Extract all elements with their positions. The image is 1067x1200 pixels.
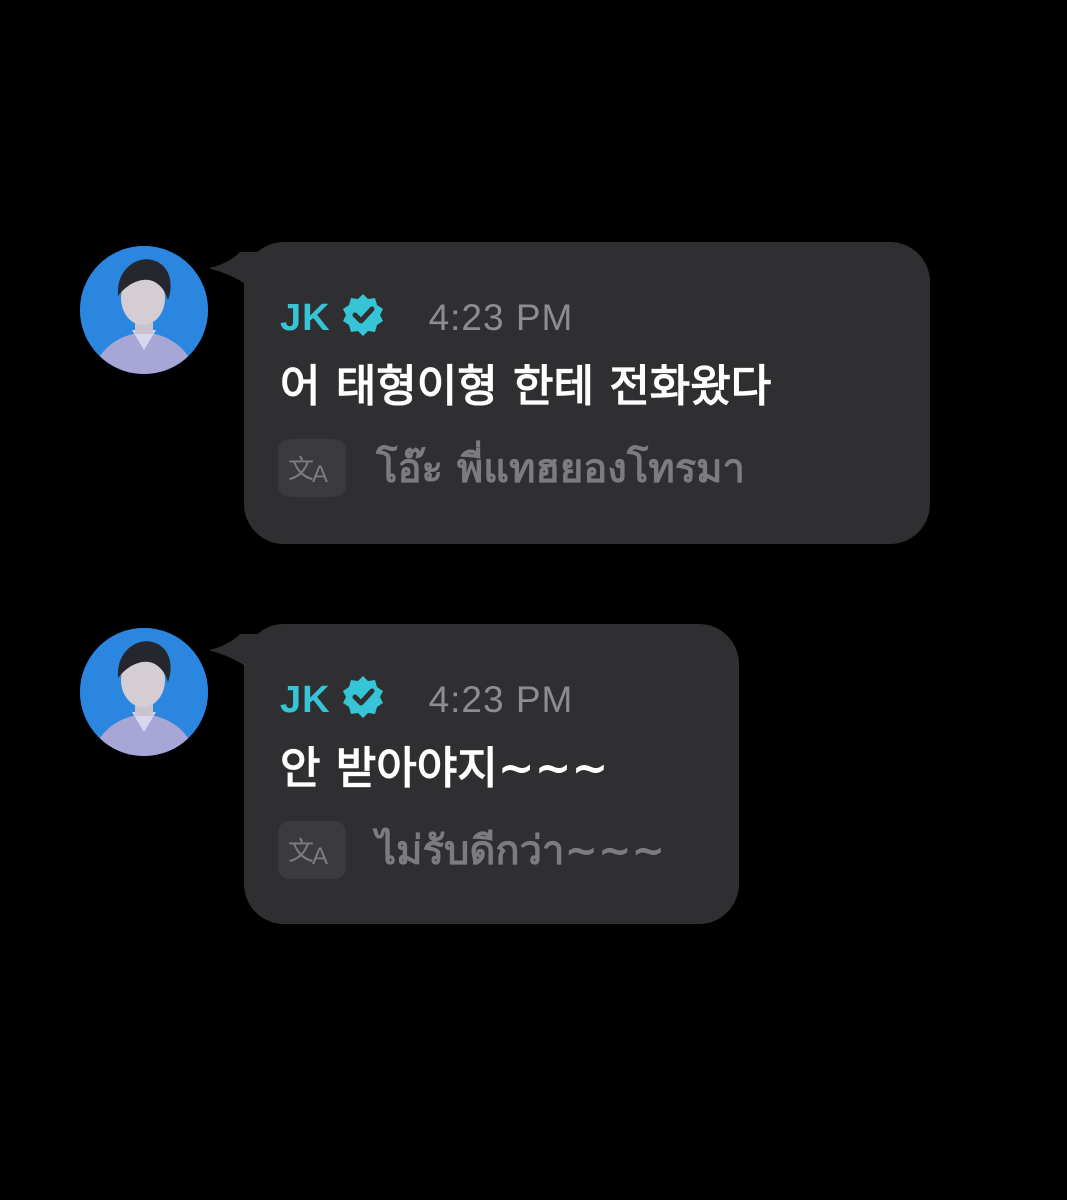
verified-badge-icon [342, 294, 383, 336]
message-timestamp: 4:23 PM [428, 679, 574, 720]
translation-text: ไม่รับดีกว่า~~~ [376, 828, 666, 874]
translate-icon[interactable]: 文 A [278, 439, 346, 497]
svg-text:文: 文 [288, 455, 314, 485]
svg-text:A: A [312, 843, 328, 868]
message-bubble[interactable]: JK 4:23 PM 안 받아야지~~~ 文 A ไม่รับดีกว่า~~~ [244, 624, 739, 924]
translation-text: โอ๊ะ พี่แทฮยองโทรมา [376, 446, 746, 492]
translation-row: 文 A โอ๊ะ พี่แทฮยองโทรมา [278, 436, 894, 500]
message-header: JK 4:23 PM [280, 670, 703, 730]
translate-icon[interactable]: 文 A [278, 821, 346, 879]
svg-text:文: 文 [288, 837, 314, 867]
message-header: JK 4:23 PM [280, 288, 894, 348]
message-bubble[interactable]: JK 4:23 PM 어 태형이형 한테 전화왔다 文 A โอ๊ะ พี่แท… [244, 242, 930, 544]
translation-row: 文 A ไม่รับดีกว่า~~~ [278, 818, 703, 882]
svg-text:A: A [312, 461, 328, 486]
sender-avatar[interactable] [80, 628, 208, 756]
verified-badge-icon [342, 676, 383, 718]
sender-name[interactable]: JK [280, 297, 331, 340]
sender-name[interactable]: JK [280, 679, 331, 722]
message-text: 안 받아야지~~~ [280, 743, 609, 794]
sender-avatar[interactable] [80, 246, 208, 374]
avatar-portrait-icon [80, 628, 208, 756]
message-timestamp: 4:23 PM [428, 297, 574, 338]
avatar-portrait-icon [80, 246, 208, 374]
message-text: 어 태형이형 한테 전화왔다 [280, 361, 772, 412]
